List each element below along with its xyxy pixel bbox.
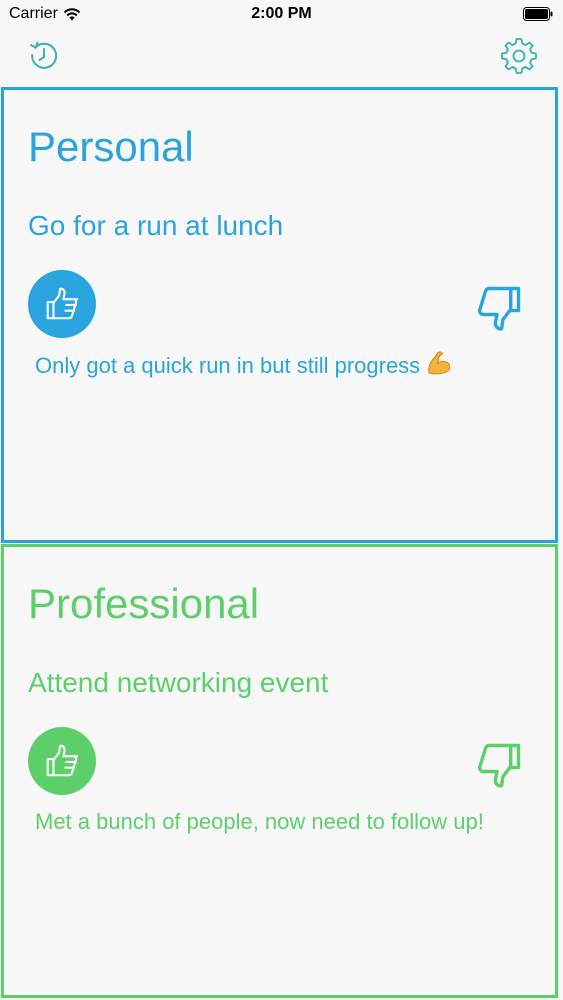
card-title: Professional xyxy=(28,580,260,627)
thumbs-down-icon[interactable] xyxy=(473,739,525,791)
thumbs-up-icon xyxy=(46,287,79,320)
thumbs-down-icon[interactable] xyxy=(473,282,525,334)
thumbs-up-button[interactable] xyxy=(28,727,96,795)
battery-icon xyxy=(523,7,553,21)
gear-icon[interactable] xyxy=(501,38,537,74)
flexed-biceps-icon xyxy=(428,351,451,375)
app-screen: Carrier 2:00 PM Personal Go for a run at… xyxy=(0,0,563,1000)
thumbs-up-button[interactable] xyxy=(28,270,96,338)
card-note-text: Only got a quick run in but still progre… xyxy=(35,350,452,381)
card-note-text: Met a bunch of people, now need to follo… xyxy=(35,809,484,834)
history-clock-icon[interactable] xyxy=(26,38,62,74)
thumbs-up-icon xyxy=(46,744,79,777)
status-bar: Carrier 2:00 PM xyxy=(0,0,563,30)
note-text: Only got a quick run in but still progre… xyxy=(35,353,421,378)
status-time: 2:00 PM xyxy=(251,5,312,22)
navigation-bar xyxy=(0,30,563,86)
goal-card-personal[interactable]: Personal Go for a run at lunch Only got … xyxy=(1,87,558,543)
card-goal-text: Go for a run at lunch xyxy=(28,210,284,241)
card-title: Personal xyxy=(28,123,194,170)
card-goal-text: Attend networking event xyxy=(28,667,329,698)
goal-card-professional[interactable]: Professional Attend networking event Met… xyxy=(1,544,558,998)
